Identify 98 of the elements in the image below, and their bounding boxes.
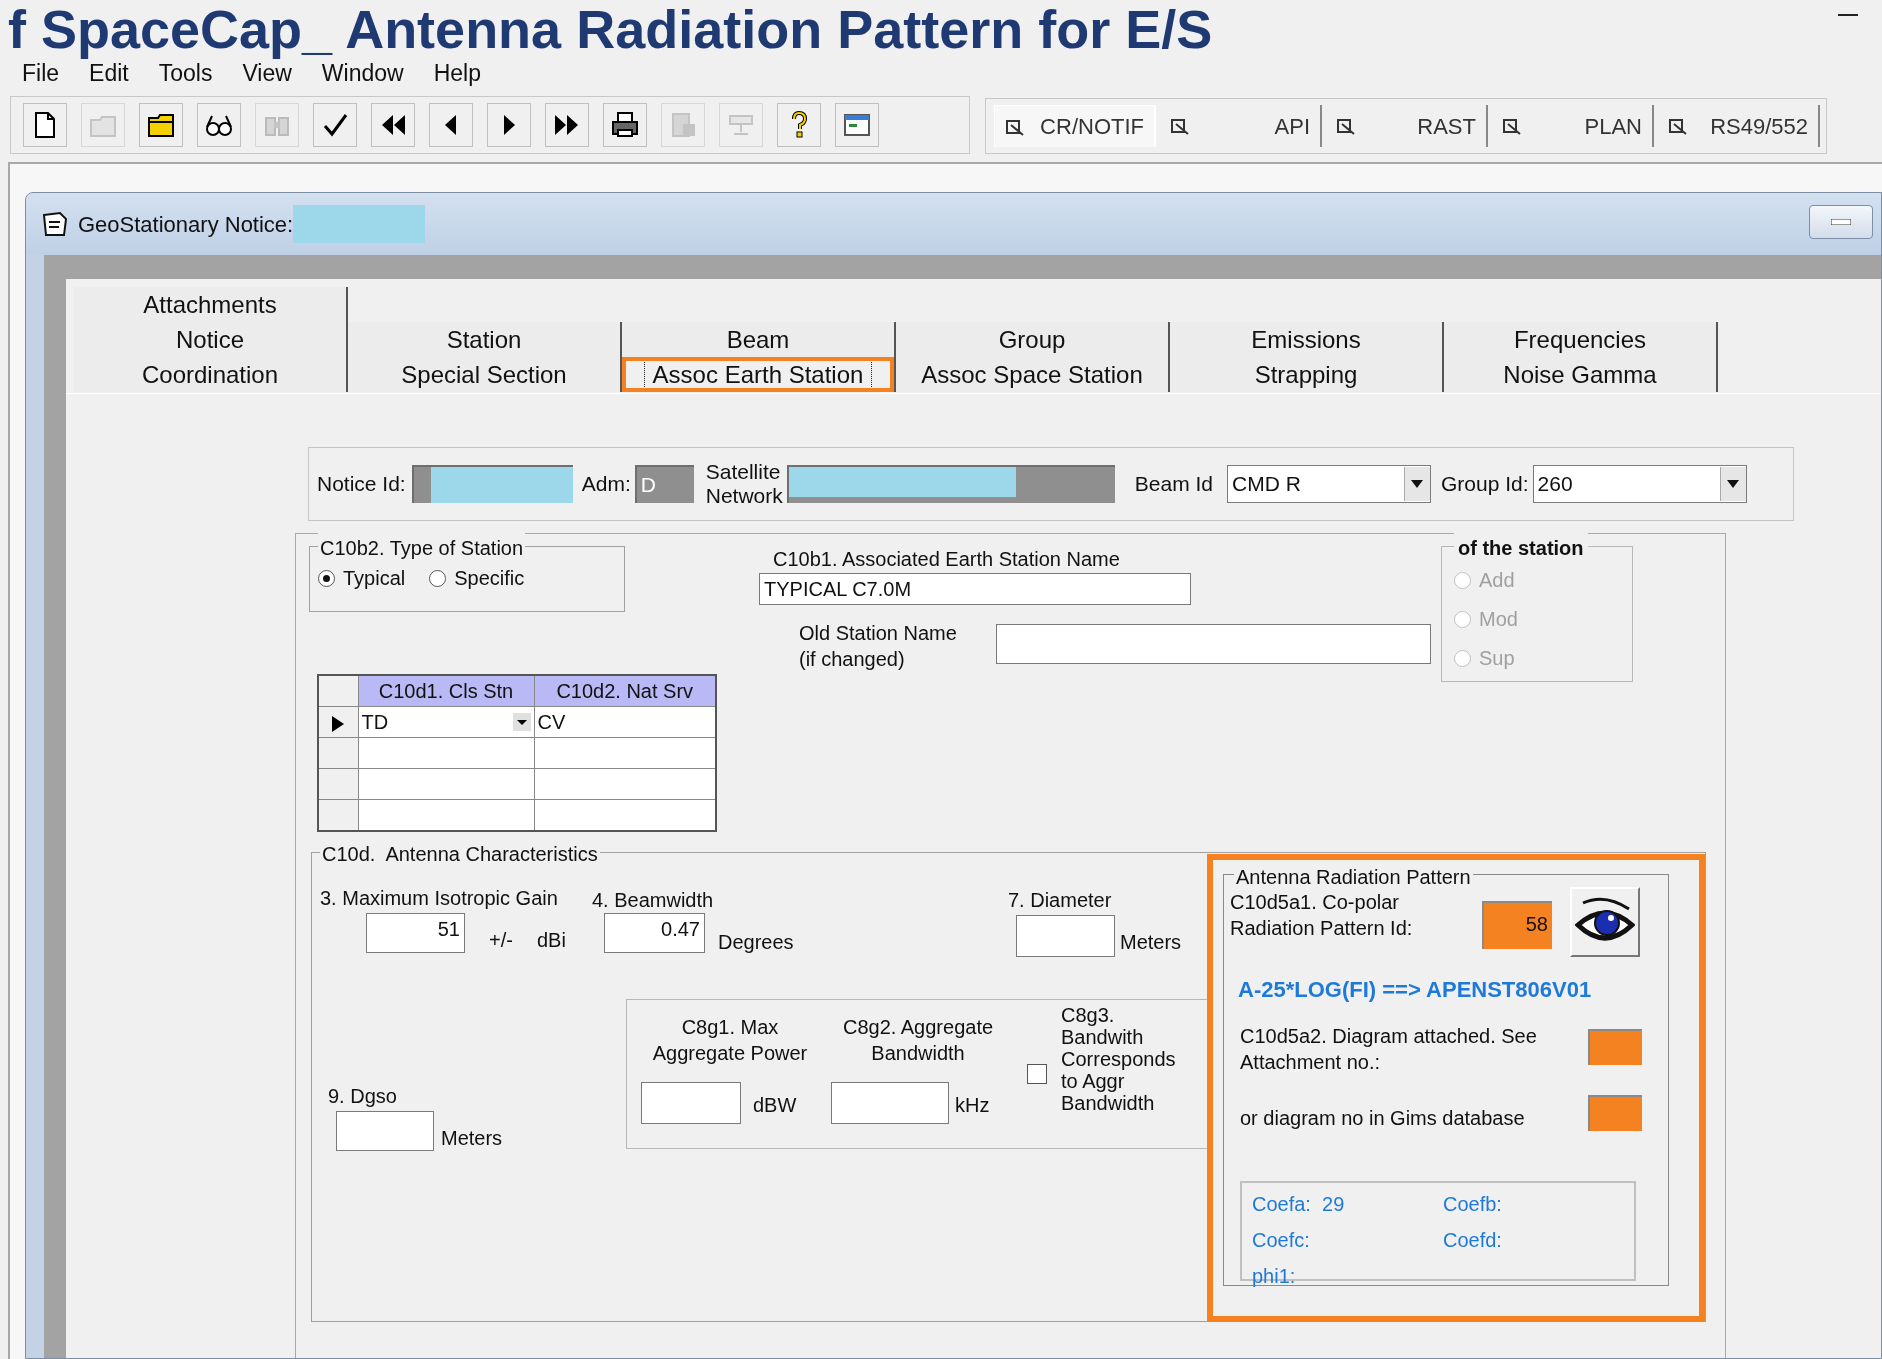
field-label: 9. Dgso [328, 1084, 397, 1109]
menu-item[interactable]: Edit [89, 56, 129, 91]
field-label: C10d5a1. Co-polar Radiation Pattern Id: [1230, 890, 1413, 941]
station-name-field[interactable]: TYPICAL C7.0M [759, 573, 1191, 605]
module-button[interactable]: API [1160, 105, 1322, 147]
toolbar-button[interactable] [835, 103, 879, 147]
coefficient-label: Coefd: [1443, 1228, 1503, 1253]
attachment-number-field[interactable] [1588, 1029, 1642, 1065]
old-station-name-field[interactable] [996, 624, 1431, 664]
field-label: C10b1. Associated Earth Station Name [773, 547, 1120, 572]
satellite-network-field[interactable] [786, 465, 1115, 503]
field-label: 7. Diameter [1008, 888, 1112, 913]
tab[interactable]: Notice [74, 322, 348, 357]
tab[interactable]: Frequencies [1444, 322, 1718, 357]
tolerance-label: +/- [489, 928, 513, 953]
row-header[interactable] [318, 706, 358, 738]
caret-icon [1727, 480, 1740, 488]
tab[interactable]: Strapping [1170, 357, 1444, 392]
unit-label: dBW [753, 1093, 797, 1118]
view-button[interactable] [1570, 887, 1640, 957]
tab[interactable]: Noise Gamma [1444, 357, 1718, 392]
field-label: Old Station Name (if changed) [799, 621, 957, 672]
checkbox[interactable] [1027, 1064, 1047, 1084]
menu-item[interactable]: Tools [158, 56, 213, 91]
formula-text: A-25*LOG(FI) ==> APENST806V01 [1238, 976, 1592, 1004]
caret-icon [1411, 480, 1424, 488]
coefficient-label: Coefc: [1252, 1228, 1311, 1253]
beam-id-dropdown[interactable]: CMD R [1227, 465, 1431, 503]
toolbar-button[interactable] [487, 103, 531, 147]
table-cell[interactable]: CV [534, 706, 716, 738]
coefficient-label: Coefa: 29 [1252, 1192, 1346, 1217]
tab[interactable]: Attachments [74, 287, 348, 322]
power-field[interactable] [641, 1082, 741, 1124]
toolbar-button[interactable] [313, 103, 357, 147]
menu-item[interactable]: Window [321, 56, 404, 91]
field-label: Adm: [581, 471, 631, 498]
unit-label: dBi [537, 928, 566, 953]
tab[interactable]: Station [348, 322, 622, 357]
toolbar-button[interactable] [139, 103, 183, 147]
minimize-icon[interactable] [1838, 14, 1858, 18]
gain-field[interactable]: 51 [366, 913, 465, 953]
module-button[interactable]: RS49/552 [1658, 105, 1820, 147]
window-title: GeoStationary Notice: [78, 210, 294, 239]
toolbar-button[interactable] [23, 103, 67, 147]
minimize-button[interactable] [1809, 205, 1873, 239]
menu-item[interactable]: File [22, 56, 60, 91]
unit-label: Meters [441, 1126, 503, 1151]
toolbar-button[interactable] [603, 103, 647, 147]
printer-icon [610, 110, 640, 140]
field-label: Notice Id: [317, 471, 406, 498]
bandwidth-field[interactable] [831, 1082, 949, 1124]
tab[interactable]: Special Section [348, 357, 622, 392]
field-label: or diagram no in Gims database [1240, 1106, 1525, 1131]
caret-icon [512, 713, 531, 731]
column-header[interactable]: C10d2. Nat Srv [534, 675, 716, 707]
gims-diagram-field[interactable] [1588, 1095, 1642, 1131]
tab[interactable]: Emissions [1170, 322, 1444, 357]
tab[interactable]: Group [896, 322, 1170, 357]
toolbar-button[interactable] [197, 103, 241, 147]
tab[interactable]: Assoc Earth Station [622, 357, 896, 392]
field-label: C10d5a2. Diagram attached. See Attachment no.: [1240, 1024, 1537, 1075]
tab[interactable]: Beam [622, 322, 896, 357]
radio-option[interactable]: Specific [429, 563, 525, 593]
field-label: 3. Maximum Isotropic Gain [320, 886, 558, 911]
beamwidth-field[interactable]: 0.47 [604, 913, 705, 953]
field-label: Group Id: [1441, 471, 1529, 498]
toolbar-button[interactable] [777, 103, 821, 147]
field-label: Beam Id [1134, 471, 1213, 498]
diameter-field[interactable] [1016, 915, 1115, 957]
unit-label: Degrees [718, 930, 794, 955]
table-cell[interactable]: TD [358, 706, 534, 738]
field-label: Satellite Network [705, 460, 783, 508]
toolbar-button[interactable] [545, 103, 589, 147]
unit-label: kHz [955, 1093, 990, 1118]
field-label: 4. Beamwidth [592, 888, 714, 913]
group-id-dropdown[interactable]: 260 [1532, 465, 1747, 503]
notice-id-field[interactable] [411, 465, 573, 503]
row-pointer-icon [332, 715, 345, 732]
field-label: C8g2. Aggregate Bandwidth [841, 1015, 995, 1066]
pattern-id-field[interactable]: 58 [1482, 901, 1552, 949]
tab[interactable]: Coordination [74, 357, 348, 392]
toolbar-button[interactable] [429, 103, 473, 147]
module-button[interactable]: PLAN [1492, 105, 1654, 147]
unit-label: Meters [1120, 930, 1182, 955]
field-label: C8g1. Max Aggregate Power [651, 1015, 809, 1066]
checkbox-label: C8g3. Bandwith Corresponds to Aggr Bandwidth [1061, 1004, 1176, 1114]
module-button[interactable]: CR/NOTIF [994, 105, 1156, 147]
coefficient-label: phi1: [1252, 1264, 1297, 1289]
document-icon [40, 209, 70, 239]
dgso-field[interactable] [336, 1111, 434, 1151]
toolbar-button[interactable] [371, 103, 415, 147]
column-header[interactable]: C10d1. Cls Stn [358, 675, 534, 707]
menu-item[interactable]: Help [433, 56, 481, 91]
radio-option[interactable]: Typical [318, 563, 406, 593]
minimize-icon [1831, 219, 1851, 225]
module-button[interactable]: RAST [1326, 105, 1488, 147]
coefficient-label: Coefb: [1443, 1192, 1503, 1217]
tab[interactable]: Assoc Space Station [896, 357, 1170, 392]
